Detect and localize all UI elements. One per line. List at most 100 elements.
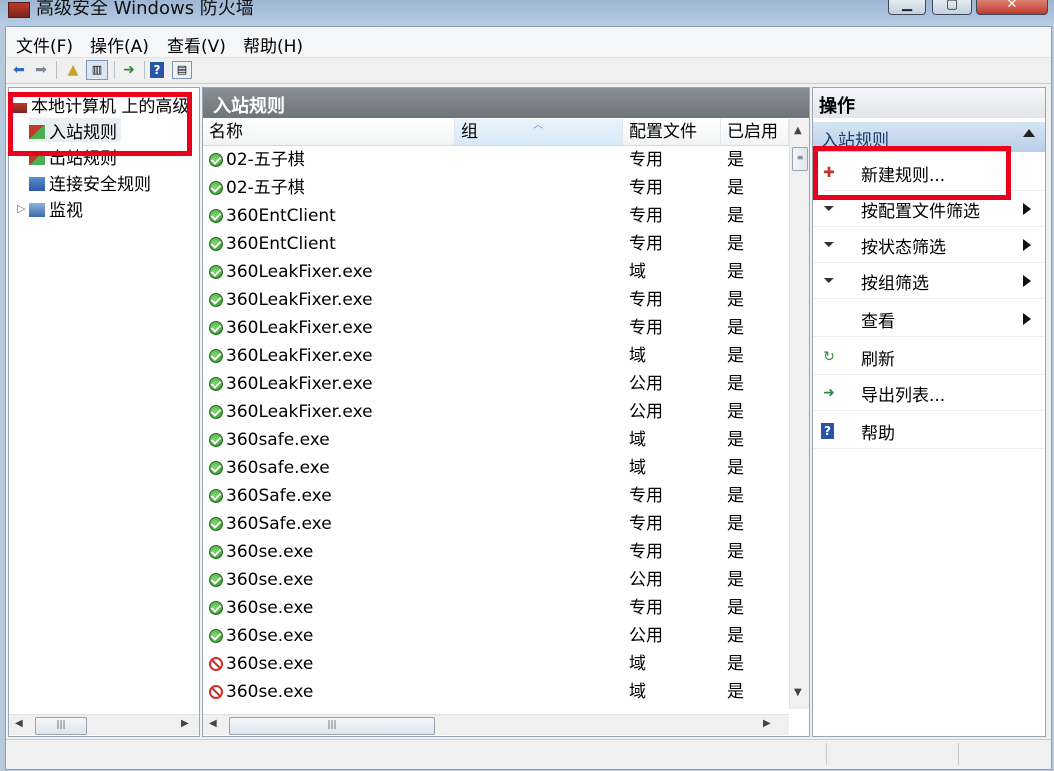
action-item[interactable]: ? 帮助 (813, 414, 1045, 449)
table-row[interactable]: 360safe.exe 域 是 (203, 426, 789, 454)
scroll-right-icon[interactable]: ▶ (181, 718, 189, 729)
scrollbar-thumb[interactable]: ||| (229, 717, 435, 735)
cell-group (461, 258, 621, 286)
scrollbar-thumb[interactable]: ≡ (792, 147, 808, 171)
cell-group (461, 370, 621, 398)
outbound-rules-icon (29, 151, 45, 165)
tree-item-monitoring[interactable]: 监视 (29, 196, 83, 221)
cell-group (461, 398, 621, 426)
table-row[interactable]: 360LeakFixer.exe 公用 是 (203, 398, 789, 426)
actions-pane: 操作 入站规则 ✚ 新建规则... ⏷ 按配置文件筛选 ⏷ 按状态筛选 ⏷ 按组筛选 查看 ↻ 刷新… (812, 87, 1046, 737)
show-hide-tree-icon[interactable]: ▥ (86, 60, 108, 80)
menu-action[interactable]: 操作(A) (90, 32, 149, 57)
properties-icon[interactable]: ▤ (172, 61, 192, 79)
action-item[interactable]: ↻ 刷新 (813, 340, 1045, 375)
cell-name: 360safe.exe (209, 454, 453, 482)
firewall-icon (13, 103, 27, 113)
scroll-up-icon[interactable]: ▲ (794, 125, 802, 136)
table-row[interactable]: 360se.exe 专用 是 (203, 538, 789, 566)
cell-name: 360LeakFixer.exe (209, 398, 453, 426)
tree-item-connection-security-rules[interactable]: 连接安全规则 (29, 170, 151, 195)
close-button[interactable]: ✕ (976, 0, 1048, 15)
menu-file[interactable]: 文件(F) (16, 32, 73, 57)
table-row[interactable]: 02-五子棋 专用 是 (203, 174, 789, 202)
navigation-tree: 本地计算机 上的高级 入站规则 出站规则 连接安全规则 ▷ 监视 ◀ ||| ▶ (8, 87, 200, 737)
tree-root[interactable]: 本地计算机 上的高级 (13, 92, 189, 117)
cell-name: 02-五子棋 (209, 146, 453, 174)
back-arrow-icon[interactable]: ⬅ (10, 61, 28, 79)
minimize-button[interactable]: ▁ (888, 0, 926, 15)
table-row[interactable]: 360Safe.exe 专用 是 (203, 482, 789, 510)
cell-group (461, 174, 621, 202)
up-folder-icon[interactable]: ▲ (64, 61, 82, 79)
tree-item-label: 出站规则 (49, 149, 117, 169)
list-vertical-scrollbar[interactable]: ▲ ≡ ▼ (789, 119, 809, 709)
actions-pane-title: 操作 (813, 88, 1045, 118)
table-row[interactable]: 360LeakFixer.exe 专用 是 (203, 286, 789, 314)
action-item[interactable]: ➜ 导出列表... (813, 376, 1045, 411)
action-item[interactable]: ⏷ 按组筛选 (813, 264, 1045, 299)
cell-enabled: 是 (727, 570, 744, 590)
export-icon[interactable]: ➜ (120, 61, 138, 79)
cell-name: 360se.exe (209, 650, 453, 678)
table-row[interactable]: 360EntClient 专用 是 (203, 230, 789, 258)
table-row[interactable]: 360EntClient 专用 是 (203, 202, 789, 230)
expand-icon[interactable]: ▷ (17, 202, 25, 215)
cell-enabled: 是 (727, 318, 744, 338)
table-row[interactable]: 360LeakFixer.exe 域 是 (203, 258, 789, 286)
cell-group (461, 454, 621, 482)
table-row[interactable]: 360se.exe 公用 是 (203, 566, 789, 594)
allowed-status-icon (209, 601, 223, 615)
table-row[interactable]: 360safe.exe 域 是 (203, 454, 789, 482)
column-header-enabled[interactable]: 已启用 (721, 119, 789, 145)
action-item[interactable]: ✚ 新建规则... (813, 156, 1045, 191)
cell-enabled: 是 (727, 626, 744, 646)
table-row[interactable]: 360LeakFixer.exe 公用 是 (203, 370, 789, 398)
menu-help[interactable]: 帮助(H) (243, 32, 303, 57)
firewall-app-icon (8, 2, 30, 18)
submenu-arrow-icon (1023, 275, 1031, 287)
new-rule-icon: ✚ (823, 165, 835, 181)
table-row[interactable]: 360LeakFixer.exe 专用 是 (203, 314, 789, 342)
scrollbar-thumb[interactable]: ||| (35, 717, 87, 735)
column-header-name[interactable]: 名称 (203, 119, 455, 145)
table-row[interactable]: 360LeakFixer.exe 域 是 (203, 342, 789, 370)
table-row[interactable]: 360se.exe 专用 是 (203, 594, 789, 622)
cell-enabled: 是 (727, 178, 744, 198)
cell-name: 360LeakFixer.exe (209, 286, 453, 314)
list-horizontal-scrollbar[interactable]: ◀ ||| ▶ (203, 714, 789, 735)
tree-horizontal-scrollbar[interactable]: ◀ ||| ▶ (9, 714, 199, 735)
tree-item-inbound-rules[interactable]: 入站规则 (29, 118, 121, 143)
action-item[interactable]: 查看 (813, 302, 1045, 337)
scroll-left-icon[interactable]: ◀ (15, 718, 23, 729)
cell-group (461, 342, 621, 370)
table-row[interactable]: 360Safe.exe 专用 是 (203, 510, 789, 538)
collapse-icon[interactable] (1023, 129, 1035, 137)
actions-section-header[interactable]: 入站规则 (813, 122, 1045, 152)
cell-group (461, 510, 621, 538)
forward-arrow-icon[interactable]: ➡ (32, 61, 50, 79)
table-row[interactable]: 360se.exe 域 是 (203, 678, 789, 706)
toolbar-separator (114, 61, 115, 79)
scroll-left-icon[interactable]: ◀ (209, 718, 217, 729)
column-header-profile[interactable]: 配置文件 (623, 119, 721, 145)
tree-item-outbound-rules[interactable]: 出站规则 (29, 144, 117, 169)
table-row[interactable]: 360se.exe 域 是 (203, 650, 789, 678)
action-item[interactable]: ⏷ 按配置文件筛选 (813, 192, 1045, 227)
scroll-right-icon[interactable]: ▶ (763, 718, 771, 729)
table-row[interactable]: 360se.exe 公用 是 (203, 622, 789, 650)
table-row[interactable]: 02-五子棋 专用 是 (203, 146, 789, 174)
cell-enabled: 是 (727, 346, 744, 366)
help-icon[interactable]: ? (150, 62, 164, 78)
submenu-arrow-icon (1023, 313, 1031, 325)
action-item[interactable]: ⏷ 按状态筛选 (813, 228, 1045, 263)
cell-group (461, 230, 621, 258)
cell-name: 360Safe.exe (209, 482, 453, 510)
menu-view[interactable]: 查看(V) (167, 32, 226, 57)
maximize-button[interactable]: ▢ (932, 0, 972, 15)
allowed-status-icon (209, 153, 223, 167)
cell-profile: 专用 (629, 178, 663, 198)
scroll-down-icon[interactable]: ▼ (794, 687, 802, 698)
blocked-status-icon (209, 685, 223, 699)
cell-profile: 域 (629, 458, 646, 478)
